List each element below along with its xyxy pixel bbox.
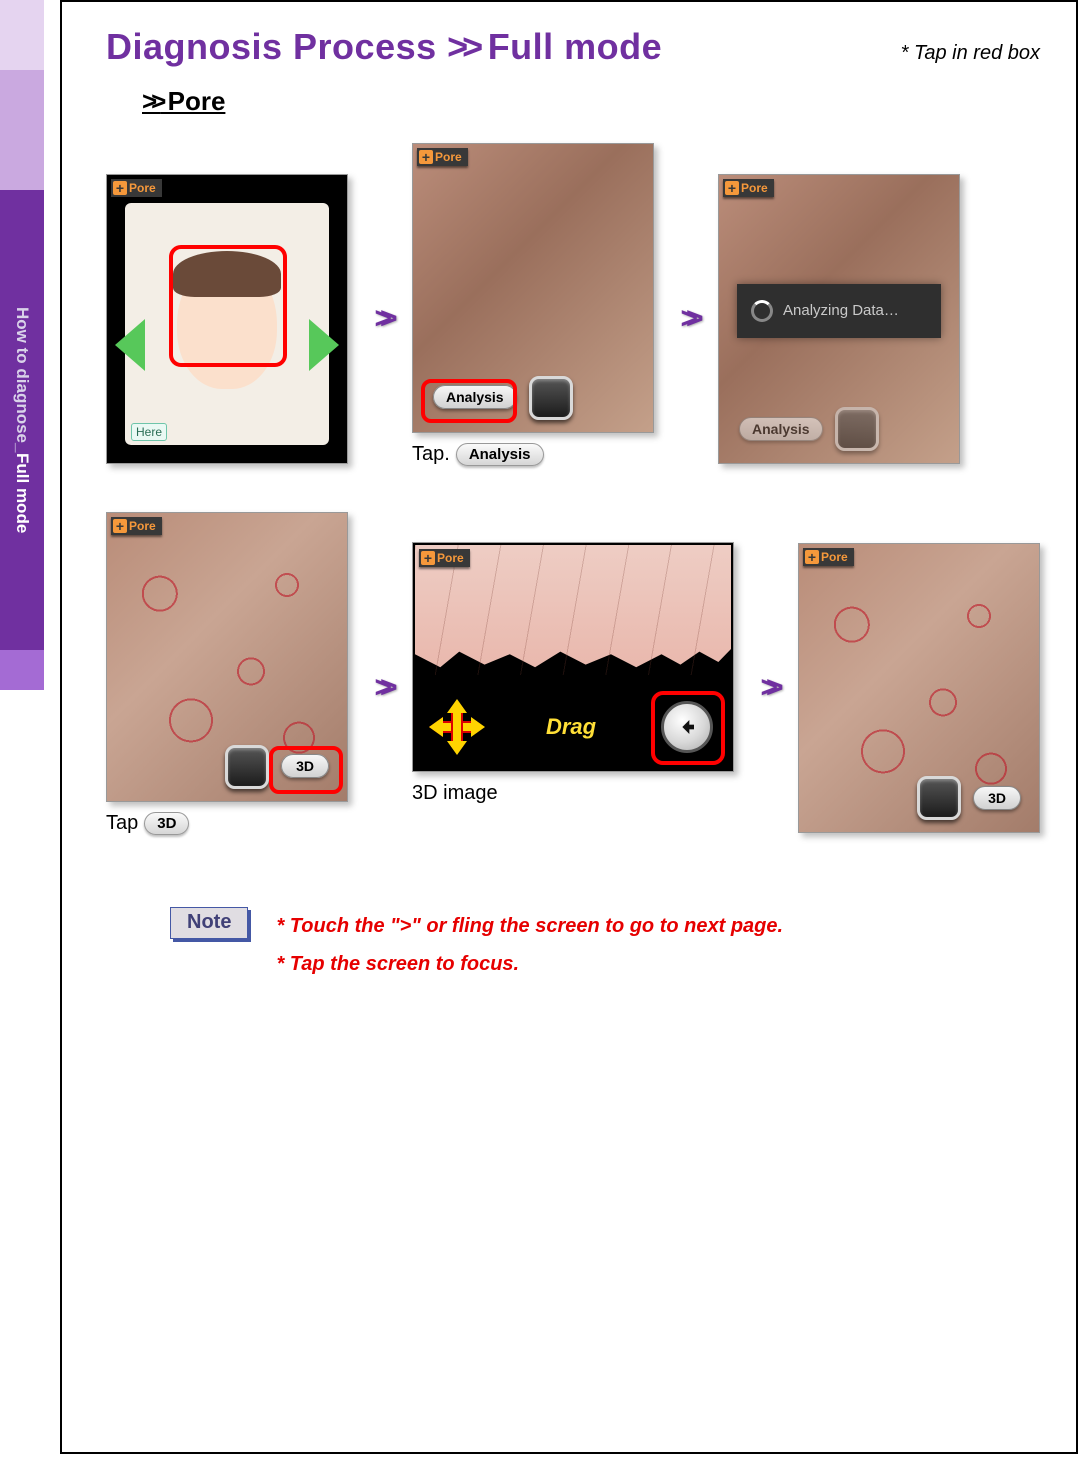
side-tabs: How to diagnose_ Full mode xyxy=(0,0,60,1464)
page-frame: Diagnosis Process >> Full mode * Tap in … xyxy=(60,0,1078,1454)
screenshot-3d-view: + Pore Drag xyxy=(412,542,734,772)
analyzing-overlay: Analyzing Data… xyxy=(737,284,941,338)
tap-target-highlight[interactable] xyxy=(421,379,517,423)
side-tab-how-to-diagnose[interactable]: How to diagnose_ Full mode xyxy=(0,190,44,650)
row-1: + Pore Here >> + Pore xyxy=(106,143,1040,494)
chevrons-icon: >> xyxy=(374,671,385,705)
caption-tap-analysis: Tap. Analysis xyxy=(412,443,654,466)
note-badge: Note xyxy=(170,907,248,939)
side-tab-2[interactable] xyxy=(0,70,44,190)
row-2: + Pore 3D Tap 3D >> xyxy=(106,512,1040,863)
screenshot-analyzing: + Pore Analyzing Data… Analysis xyxy=(718,174,960,464)
screenshot-skin-raw: + Pore Analysis xyxy=(412,143,654,433)
caption-3d-image: 3D image xyxy=(412,782,734,805)
drag-label: Drag xyxy=(546,714,596,740)
plus-icon: + xyxy=(419,150,433,164)
note-line-2: * Tap the screen to focus. xyxy=(276,945,783,983)
capture-button[interactable] xyxy=(225,745,269,789)
pore-badge-label: Pore xyxy=(437,551,464,565)
plus-icon: + xyxy=(113,181,127,195)
here-label: Here xyxy=(131,423,167,441)
plus-icon: + xyxy=(805,550,819,564)
spinner-icon xyxy=(751,300,773,322)
tap-target-highlight[interactable] xyxy=(169,245,287,367)
plus-icon: + xyxy=(113,519,127,533)
tap-target-highlight[interactable] xyxy=(269,746,343,794)
pore-badge-label: Pore xyxy=(741,181,768,195)
screenshot-analyzed: + Pore 3D xyxy=(106,512,348,802)
pore-badge: + Pore xyxy=(111,517,162,535)
plus-icon: + xyxy=(725,181,739,195)
chevrons-icon: >> xyxy=(760,671,771,705)
drag-controls: Drag xyxy=(413,701,733,753)
page-header: Diagnosis Process >> Full mode * Tap in … xyxy=(106,26,1040,68)
capture-button[interactable] xyxy=(529,376,573,420)
note-block: Note * Touch the ">" or fling the screen… xyxy=(170,907,1040,983)
pore-badge-label: Pore xyxy=(129,181,156,195)
page-title: Diagnosis Process >> Full mode xyxy=(106,26,662,68)
pore-badge: + Pore xyxy=(723,179,774,197)
analysis-button-disabled: Analysis xyxy=(739,417,823,441)
capture-button[interactable] xyxy=(917,776,961,820)
pore-badge: + Pore xyxy=(803,548,854,566)
analyzing-text: Analyzing Data… xyxy=(783,302,899,319)
title-chevrons-icon: >> xyxy=(447,26,477,67)
side-tab-1[interactable] xyxy=(0,0,44,70)
chevrons-icon: >> xyxy=(680,302,691,336)
pore-badge-label: Pore xyxy=(821,550,848,564)
caption-tap-3d: Tap 3D xyxy=(106,812,348,835)
move-arrows-icon xyxy=(433,703,481,751)
capture-button-disabled xyxy=(835,407,879,451)
pore-badge: + Pore xyxy=(417,148,468,166)
plus-icon: + xyxy=(421,551,435,565)
arrow-right-icon[interactable] xyxy=(309,319,339,371)
screenshot-analyzed-final: + Pore 3D xyxy=(798,543,1040,833)
pore-badge-label: Pore xyxy=(435,150,462,164)
three-d-button[interactable]: 3D xyxy=(973,786,1021,810)
pore-badge-label: Pore xyxy=(129,519,156,533)
caption-text: Tap xyxy=(106,812,138,835)
caption-text: Tap. xyxy=(412,443,450,466)
tap-target-highlight[interactable] xyxy=(651,691,725,765)
sub-chevrons-icon: >> xyxy=(142,86,160,116)
separator: >> xyxy=(672,302,700,336)
analysis-pill: Analysis xyxy=(456,443,544,466)
side-tab-label-prefix: How to diagnose_ xyxy=(12,307,32,452)
three-d-pill: 3D xyxy=(144,812,189,835)
sub-label: Pore xyxy=(160,86,225,116)
note-text: * Touch the ">" or fling the screen to g… xyxy=(276,907,783,983)
arrow-left-icon[interactable] xyxy=(115,319,145,371)
separator: >> xyxy=(752,671,780,705)
screenshot-face-placement: + Pore Here xyxy=(106,174,348,464)
note-line-1: * Touch the ">" or fling the screen to g… xyxy=(276,907,783,945)
separator: >> xyxy=(366,671,394,705)
side-tab-label-em: Full mode xyxy=(12,453,32,533)
separator: >> xyxy=(366,302,394,336)
header-hint: * Tap in red box xyxy=(901,42,1040,65)
title-prefix: Diagnosis Process xyxy=(106,26,447,67)
chevrons-icon: >> xyxy=(374,302,385,336)
pore-badge: + Pore xyxy=(111,179,162,197)
pore-badge: + Pore xyxy=(419,549,470,567)
side-tab-4[interactable] xyxy=(0,650,44,690)
subheading: >> Pore xyxy=(142,86,1040,117)
title-suffix: Full mode xyxy=(477,26,662,67)
